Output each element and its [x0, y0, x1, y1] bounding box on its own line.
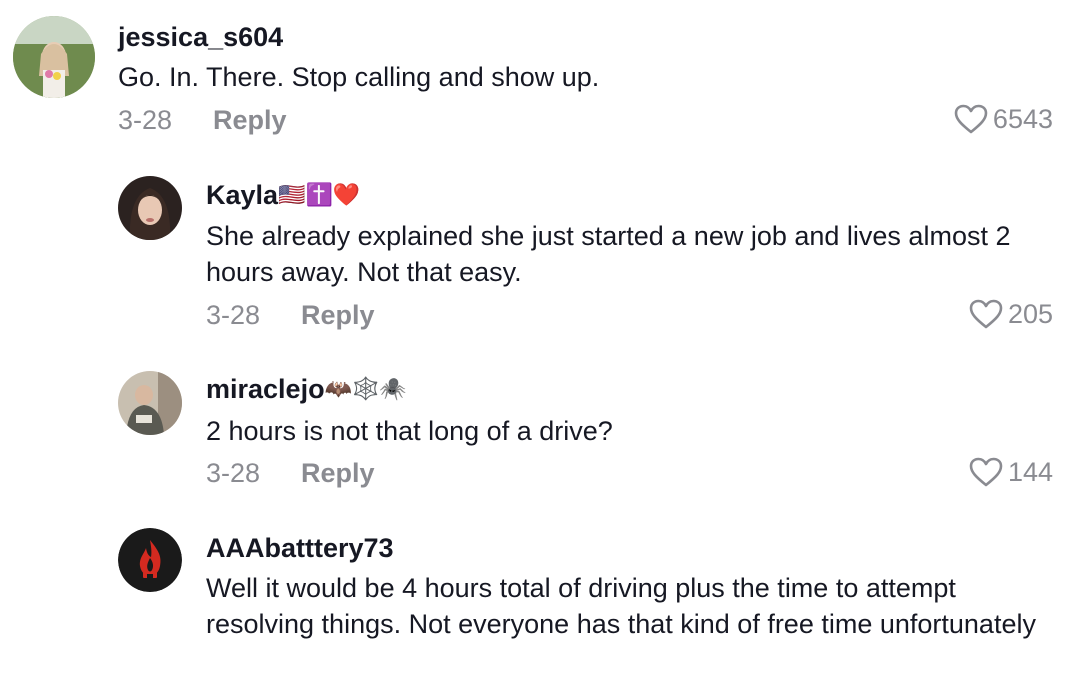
comment-username[interactable]: jessica_s604	[118, 22, 283, 53]
reply-button[interactable]: Reply	[213, 105, 287, 136]
like-count: 6543	[992, 103, 1053, 134]
avatar[interactable]	[13, 16, 95, 98]
comment-username[interactable]: AAAbatttery73	[206, 533, 394, 564]
like-button[interactable]: 205	[968, 298, 1053, 330]
comment-username[interactable]: miraclejo🦇🕸️🕷️	[206, 374, 407, 405]
username-text[interactable]: Kayla	[206, 180, 278, 210]
comment-username[interactable]: Kayla🇺🇸✝️❤️	[206, 180, 360, 211]
like-button[interactable]: 144	[968, 456, 1053, 488]
heart-icon[interactable]	[968, 456, 1004, 488]
comment-text: Well it would be 4 hours total of drivin…	[206, 573, 1036, 639]
like-count: 144	[1007, 456, 1053, 487]
username-text[interactable]: AAAbatttery73	[206, 533, 394, 563]
heart-icon[interactable]	[953, 103, 989, 135]
username-emoji: 🦇🕸️🕷️	[324, 376, 407, 401]
avatar[interactable]	[118, 371, 182, 435]
username-emoji: 🇺🇸✝️❤️	[278, 182, 361, 207]
heart-icon[interactable]	[968, 298, 1004, 330]
comment-date: 3-28	[206, 300, 261, 330]
reply-button[interactable]: Reply	[301, 458, 375, 489]
username-text[interactable]: jessica_s604	[118, 22, 283, 52]
comment-text: 2 hours is not that long of a drive?	[206, 416, 613, 446]
profile-photo-mirror-icon	[118, 371, 182, 435]
profile-photo-outdoor-icon	[13, 16, 95, 98]
comment-text: She already explained she just started a…	[206, 221, 1011, 287]
avatar[interactable]	[118, 528, 182, 592]
username-text[interactable]: miraclejo	[206, 374, 325, 404]
comment-text: Go. In. There. Stop calling and show up.	[118, 62, 600, 92]
profile-photo-portrait-icon	[118, 176, 182, 240]
reply-button[interactable]: Reply	[301, 300, 375, 331]
comment-date: 3-28	[206, 458, 261, 488]
like-button[interactable]: 6543	[953, 103, 1053, 135]
flame-logo-icon	[118, 528, 182, 592]
comment-date: 3-28	[118, 105, 173, 135]
like-count: 205	[1007, 298, 1053, 329]
avatar[interactable]	[118, 176, 182, 240]
